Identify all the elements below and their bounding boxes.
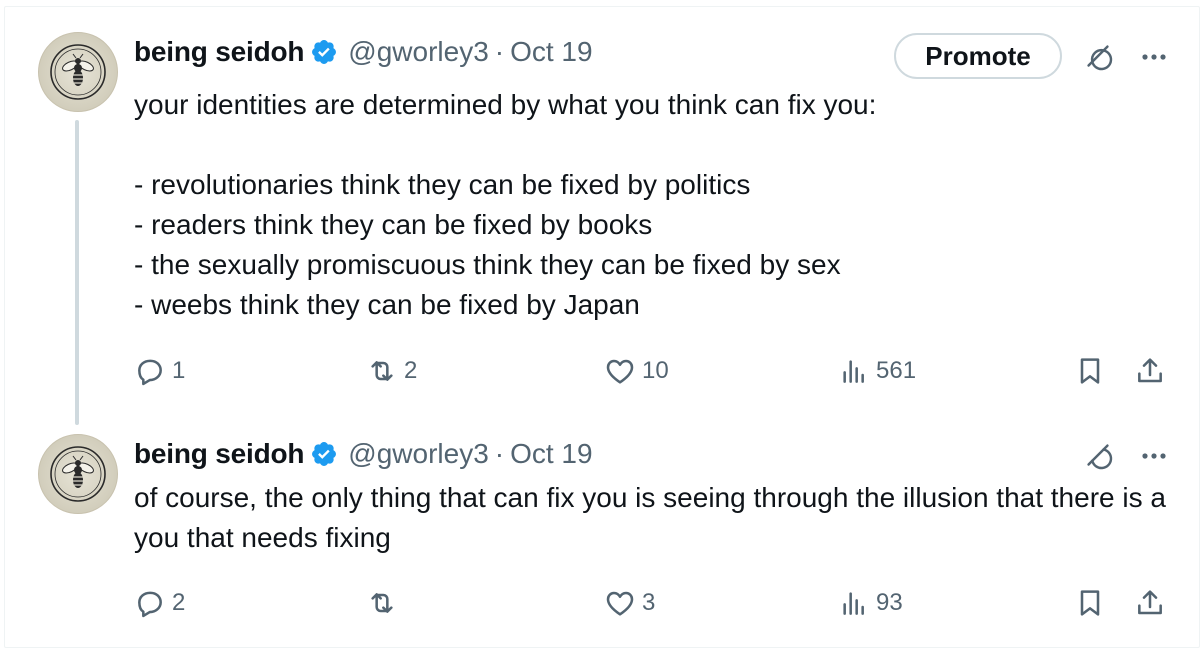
retweet-icon — [371, 593, 393, 613]
tweet-actions: 1 2 10 561 — [0, 351, 1204, 391]
bookmark-button[interactable] — [1074, 583, 1106, 623]
retweet-icon — [371, 361, 393, 381]
views-icon — [843, 592, 864, 615]
tweet-actions: 2 3 93 — [0, 583, 1204, 623]
views-button[interactable]: 561 — [838, 351, 916, 391]
share-button[interactable] — [1134, 583, 1166, 623]
retweet-button[interactable] — [366, 583, 404, 623]
promote-button[interactable]: Promote — [894, 33, 1062, 79]
bookmark-button[interactable] — [1074, 351, 1106, 391]
reply-button[interactable]: 1 — [134, 351, 185, 391]
tweet[interactable]: being seidoh @gworley3 · Oct 19 Promote … — [0, 0, 1204, 425]
grok-icon[interactable] — [1080, 39, 1116, 75]
verified-badge-icon[interactable] — [310, 440, 338, 468]
bee-emblem-icon — [50, 446, 106, 502]
views-count: 561 — [876, 357, 917, 384]
reply-count: 2 — [172, 589, 186, 616]
reply-count: 1 — [172, 357, 186, 384]
like-count: 3 — [642, 589, 656, 616]
like-button[interactable]: 10 — [604, 351, 669, 391]
grok-icon[interactable] — [1080, 438, 1116, 474]
views-icon — [843, 360, 864, 383]
tweet-date[interactable]: Oct 19 — [510, 438, 592, 470]
reply-icon — [138, 591, 162, 618]
tweet[interactable]: being seidoh @gworley3 · Oct 19 of cours… — [0, 410, 1204, 654]
retweet-button[interactable]: 2 — [366, 351, 417, 391]
tweet-header: being seidoh @gworley3 · Oct 19 — [134, 436, 593, 472]
reply-button[interactable]: 2 — [134, 583, 185, 623]
heart-icon — [606, 359, 634, 384]
like-count: 10 — [642, 357, 669, 384]
tweet-header: being seidoh @gworley3 · Oct 19 — [134, 34, 593, 70]
views-button[interactable]: 93 — [838, 583, 903, 623]
heart-icon — [606, 591, 634, 616]
bookmark-icon — [1080, 358, 1100, 384]
bee-emblem-icon — [50, 44, 106, 100]
bookmark-icon — [1080, 590, 1100, 616]
tweet-text: your identities are determined by what y… — [134, 89, 877, 320]
more-icon[interactable] — [1134, 438, 1174, 474]
more-icon[interactable] — [1134, 39, 1174, 75]
like-button[interactable]: 3 — [604, 583, 655, 623]
display-name[interactable]: being seidoh — [134, 438, 304, 470]
user-handle[interactable]: @gworley3 — [348, 36, 488, 68]
avatar[interactable] — [38, 32, 118, 112]
avatar[interactable] — [38, 434, 118, 514]
views-count: 93 — [876, 589, 903, 616]
share-icon — [1138, 590, 1162, 615]
reply-icon — [138, 359, 162, 386]
tweet-date[interactable]: Oct 19 — [510, 36, 592, 68]
separator-dot: · — [494, 36, 505, 67]
verified-badge-icon[interactable] — [310, 38, 338, 66]
share-button[interactable] — [1134, 351, 1166, 391]
retweet-count: 2 — [404, 357, 418, 384]
separator-dot: · — [494, 438, 505, 469]
display-name[interactable]: being seidoh — [134, 36, 304, 68]
tweet-text: of course, the only thing that can fix y… — [134, 482, 1174, 553]
share-icon — [1138, 358, 1162, 383]
user-handle[interactable]: @gworley3 — [348, 438, 488, 470]
